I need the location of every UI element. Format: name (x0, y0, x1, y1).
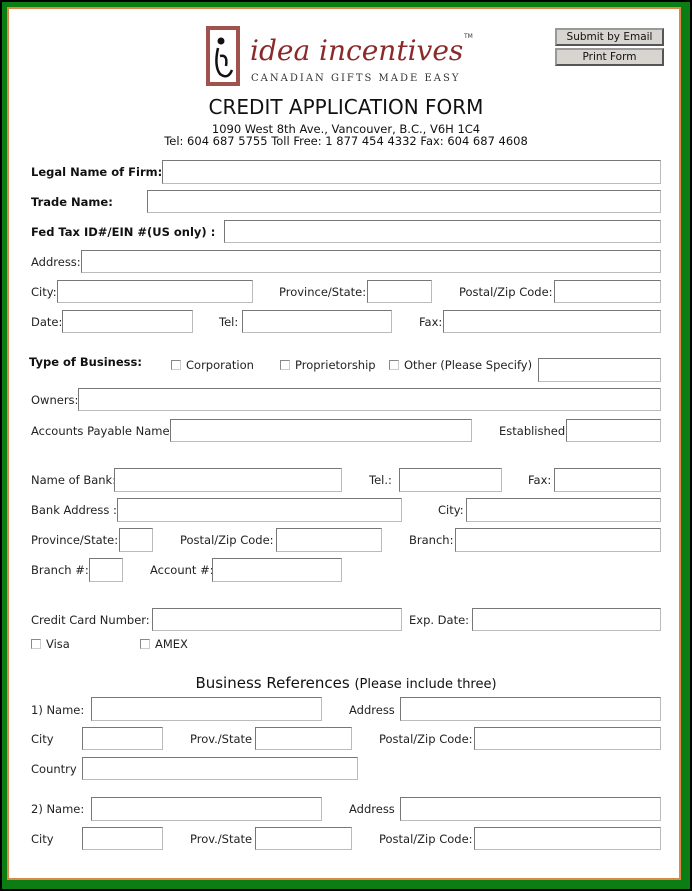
fax-input[interactable] (443, 310, 661, 333)
bank-province-input[interactable] (119, 528, 153, 552)
address-input[interactable] (81, 250, 661, 273)
ref2-prov-input[interactable] (255, 827, 352, 850)
corporation-label: Corporation (186, 358, 254, 372)
city-label: City: (31, 285, 57, 299)
bank-tel-input[interactable] (399, 468, 502, 492)
logo: idea incentives CANADIAN GIFTS MADE EASY… (206, 26, 476, 88)
other-specify-input[interactable] (538, 358, 661, 382)
date-label: Date: (31, 315, 63, 329)
trade-name-label: Trade Name: (31, 195, 113, 209)
bank-address-input[interactable] (117, 498, 402, 522)
province-input[interactable] (367, 280, 432, 303)
address-label: Address: (31, 255, 81, 269)
branch-no-label: Branch #: (31, 563, 89, 577)
references-note: (Please include three) (354, 677, 497, 692)
other-checkbox[interactable] (389, 360, 399, 370)
bank-city-input[interactable] (466, 498, 661, 522)
fax-label: Fax: (419, 315, 443, 329)
fed-tax-input[interactable] (224, 220, 661, 243)
bank-fax-label: Fax: (528, 473, 552, 487)
amex-checkbox[interactable] (140, 639, 150, 649)
ref-address-label: Address (349, 703, 395, 717)
business-references-heading: Business References (Please include thre… (0, 674, 692, 692)
fed-tax-label: Fed Tax ID#/EIN #(US only) : (31, 225, 216, 239)
company-phones: Tel: 604 687 5755 Toll Free: 1 877 454 4… (164, 134, 528, 148)
owners-input[interactable] (78, 388, 661, 411)
ref-country-label: Country (31, 762, 77, 776)
visa-label: Visa (46, 637, 70, 651)
visa-checkbox[interactable] (31, 639, 41, 649)
ref-city-label: City (31, 832, 54, 846)
ref1-name-label: 1) Name: (31, 703, 85, 717)
tel-input[interactable] (242, 310, 392, 333)
type-business-label: Type of Business: (29, 355, 142, 369)
legal-name-input[interactable] (162, 160, 661, 184)
ref-postal-label: Postal/Zip Code: (379, 732, 473, 746)
bank-tel-label: Tel.: (369, 473, 392, 487)
established-label: Established: (499, 424, 570, 438)
legal-name-label: Legal Name of Firm: (31, 165, 163, 179)
bank-name-input[interactable] (114, 468, 342, 492)
branch-no-input[interactable] (89, 558, 123, 582)
ref-address-label: Address (349, 802, 395, 816)
cc-number-input[interactable] (152, 608, 402, 631)
account-no-input[interactable] (212, 558, 342, 582)
cc-number-label: Credit Card Number: (31, 613, 150, 627)
trade-name-input[interactable] (147, 190, 661, 213)
ref2-name-input[interactable] (91, 797, 322, 821)
ref2-postal-input[interactable] (474, 827, 661, 850)
ref-prov-label: Prov./State (190, 832, 253, 846)
account-no-label: Account #: (150, 563, 214, 577)
ref1-postal-input[interactable] (474, 727, 661, 750)
bank-city-label: City: (438, 503, 464, 517)
ref1-city-input[interactable] (82, 727, 163, 750)
svg-text:idea incentives: idea incentives (250, 34, 463, 67)
ref1-address-input[interactable] (400, 697, 661, 721)
bank-postal-label: Postal/Zip Code: (180, 533, 274, 547)
postal-label: Postal/Zip Code: (459, 285, 553, 299)
svg-text:TM: TM (463, 33, 473, 40)
tel-label: Tel: (219, 315, 239, 329)
ap-name-label: Accounts Payable Name: (31, 424, 174, 438)
ref1-prov-input[interactable] (255, 727, 352, 750)
ref2-name-label: 2) Name: (31, 802, 85, 816)
bank-postal-input[interactable] (276, 528, 382, 552)
ref-postal-label: Postal/Zip Code: (379, 832, 473, 846)
date-input[interactable] (62, 310, 193, 333)
proprietorship-checkbox[interactable] (280, 360, 290, 370)
references-title: Business References (195, 674, 355, 692)
svg-text:CANADIAN GIFTS MADE EASY: CANADIAN GIFTS MADE EASY (251, 73, 460, 84)
ref-prov-label: Prov./State (190, 732, 253, 746)
exp-date-input[interactable] (472, 608, 661, 631)
proprietorship-label: Proprietorship (295, 358, 376, 372)
other-label: Other (Please Specify) (404, 358, 533, 372)
ref-city-label: City (31, 732, 54, 746)
city-input[interactable] (57, 280, 253, 303)
corporation-checkbox[interactable] (171, 360, 181, 370)
amex-label: AMEX (155, 637, 188, 651)
established-input[interactable] (566, 419, 661, 442)
ref1-country-input[interactable] (82, 757, 358, 780)
print-form-button[interactable]: Print Form (555, 48, 664, 66)
postal-input[interactable] (554, 280, 661, 303)
ref2-city-input[interactable] (82, 827, 163, 850)
branch-label: Branch: (409, 533, 454, 547)
branch-input[interactable] (455, 528, 661, 552)
ap-name-input[interactable] (170, 419, 472, 442)
ref2-address-input[interactable] (400, 797, 661, 821)
bank-address-label: Bank Address : (31, 503, 117, 517)
bank-fax-input[interactable] (554, 468, 661, 492)
bank-province-label: Province/State: (31, 533, 119, 547)
submit-by-email-button[interactable]: Submit by Email (555, 28, 664, 46)
owners-label: Owners: (31, 393, 79, 407)
exp-date-label: Exp. Date: (409, 613, 470, 627)
province-label: Province/State: (279, 285, 367, 299)
page-title: CREDIT APPLICATION FORM (208, 95, 484, 119)
bank-name-label: Name of Bank: (31, 473, 117, 487)
ref1-name-input[interactable] (91, 697, 322, 721)
